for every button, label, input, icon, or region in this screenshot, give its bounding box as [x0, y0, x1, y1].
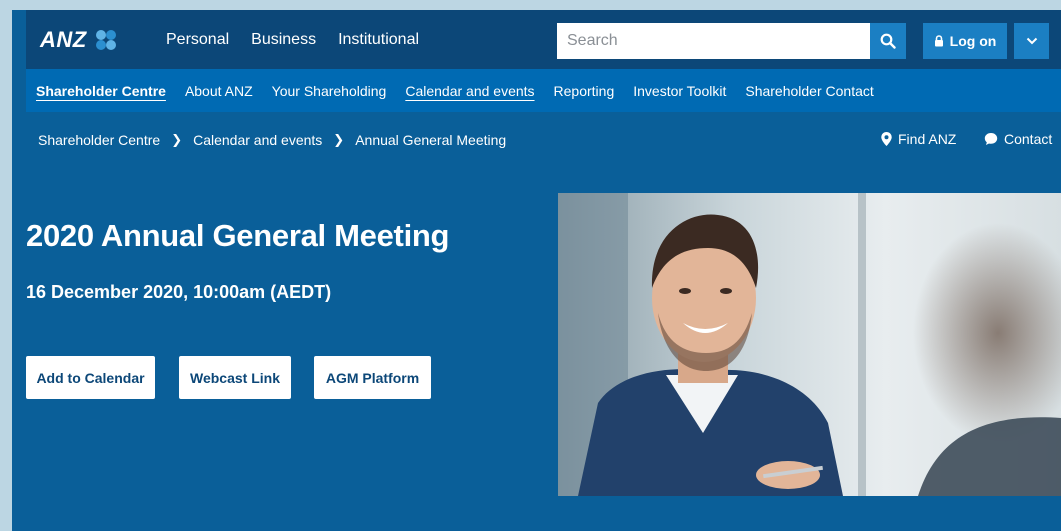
anz-logo[interactable]: ANZ	[40, 26, 121, 54]
breadcrumb-item[interactable]: Shareholder Centre	[38, 132, 160, 148]
event-date: 16 December 2020, 10:00am (AEDT)	[26, 282, 332, 302]
main-navigation: Personal Business Institutional	[166, 31, 419, 49]
chevron-down-icon	[1026, 37, 1037, 45]
subnav-investor-toolkit[interactable]: Investor Toolkit	[633, 83, 726, 99]
subnav-calendar-events[interactable]: Calendar and events	[405, 83, 534, 99]
location-pin-icon	[881, 132, 892, 146]
chevron-right-icon: ❯	[171, 132, 183, 147]
find-anz-link[interactable]: Find ANZ	[881, 131, 956, 147]
log-on-menu-button[interactable]	[1014, 23, 1049, 59]
businessman-photo	[558, 193, 1061, 496]
add-to-calendar-button[interactable]: Add to Calendar	[26, 356, 155, 399]
chat-bubble-icon	[984, 133, 998, 145]
contact-label: Contact	[1004, 131, 1053, 147]
search-icon	[880, 33, 896, 49]
top-navigation-bar: ANZ Personal Business Institutional Sear…	[26, 10, 1061, 69]
log-on-button[interactable]: Log on	[923, 23, 1007, 59]
lock-icon	[934, 35, 943, 47]
breadcrumb-current: Annual General Meeting	[355, 132, 507, 148]
search-button[interactable]	[870, 23, 906, 59]
hero-photo	[558, 193, 1061, 496]
nav-institutional[interactable]: Institutional	[338, 31, 419, 49]
find-anz-label: Find ANZ	[898, 131, 957, 147]
webcast-link-button[interactable]: Webcast Link	[179, 356, 291, 399]
chevron-right-icon: ❯	[333, 132, 345, 147]
breadcrumb-item[interactable]: Calendar and events	[193, 132, 322, 148]
breadcrumb: Shareholder Centre ❯ Calendar and events…	[38, 132, 506, 148]
subnav-your-shareholding[interactable]: Your Shareholding	[272, 83, 387, 99]
page-title: 2020 Annual General Meeting	[26, 218, 450, 253]
subnav-shareholder-contact[interactable]: Shareholder Contact	[745, 83, 873, 99]
search-input[interactable]	[557, 23, 870, 59]
subnav-reporting[interactable]: Reporting	[554, 83, 615, 99]
nav-personal[interactable]: Personal	[166, 31, 229, 49]
subnav-shareholder-centre[interactable]: Shareholder Centre	[36, 83, 166, 99]
page-frame: ANZ Personal Business Institutional Sear…	[12, 10, 1061, 531]
agm-platform-button[interactable]: AGM Platform	[314, 356, 431, 399]
anz-logo-icon	[95, 30, 116, 50]
logo-text: ANZ	[40, 27, 87, 52]
log-on-label: Log on	[949, 33, 997, 49]
subnav-about-anz[interactable]: About ANZ	[185, 83, 253, 99]
shareholder-subnav: Shareholder Centre About ANZ Your Shareh…	[26, 69, 1061, 112]
contact-link[interactable]: Contact	[984, 131, 1052, 147]
nav-business[interactable]: Business	[251, 31, 316, 49]
